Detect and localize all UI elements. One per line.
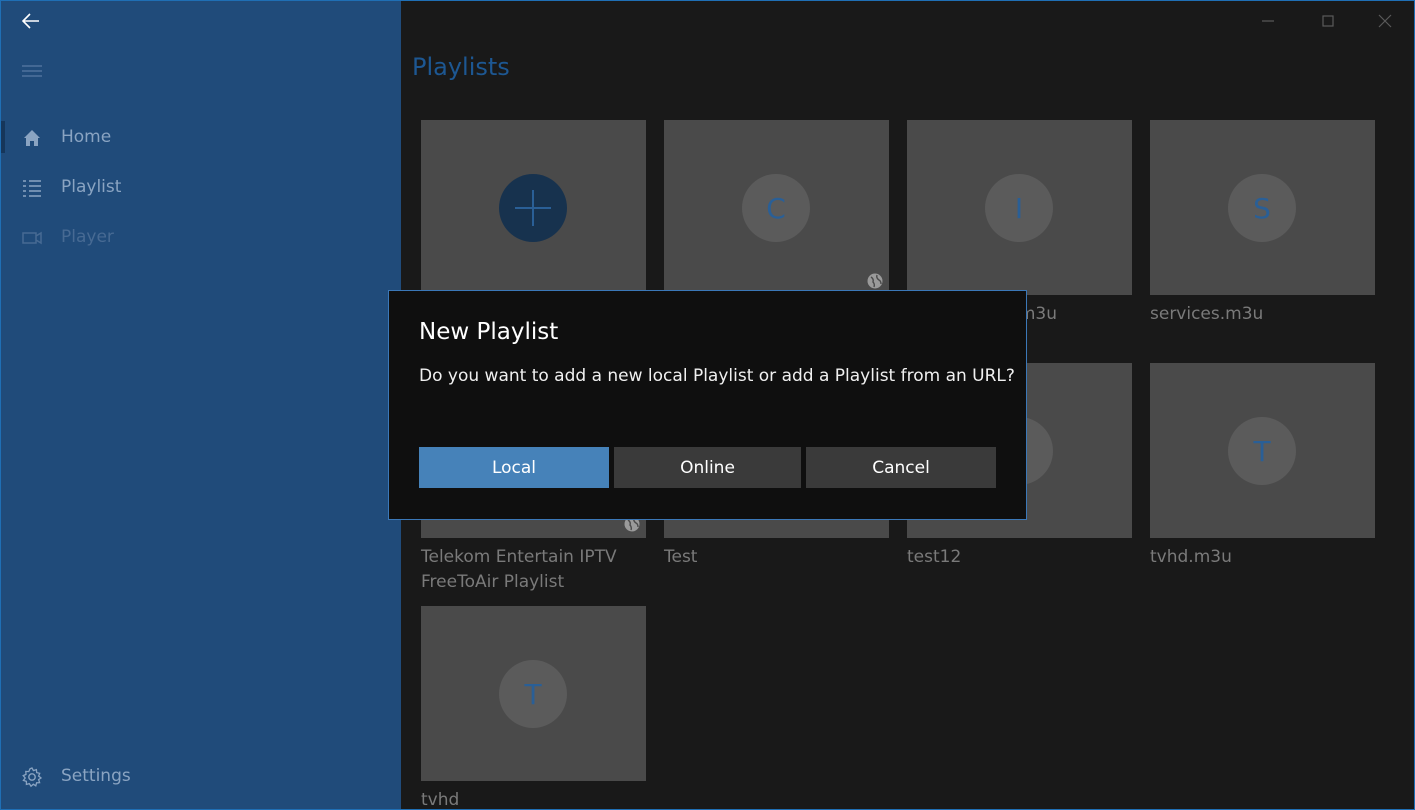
playlist-label: Test	[664, 547, 698, 567]
playlist-initial: T	[499, 660, 567, 728]
nav-item-home[interactable]: Home	[1, 113, 401, 161]
add-circle	[499, 174, 567, 242]
close-button[interactable]	[1373, 9, 1397, 33]
hamburger-icon	[22, 65, 42, 77]
plus-icon	[515, 190, 551, 226]
playlist-label: tvhd	[421, 790, 460, 810]
playlist-tile[interactable]: T	[1150, 363, 1375, 538]
video-camera-icon	[22, 231, 42, 245]
playlist-initial: I	[985, 174, 1053, 242]
globe-icon	[867, 273, 883, 289]
maximize-icon	[1322, 15, 1334, 27]
nav-item-player[interactable]: Player	[1, 213, 401, 261]
new-playlist-dialog: New Playlist Do you want to add a new lo…	[388, 290, 1027, 520]
playlist-label: services.m3u	[1150, 304, 1264, 324]
dialog-title: New Playlist	[419, 319, 559, 345]
nav-label-player: Player	[61, 227, 114, 247]
minimize-button[interactable]	[1256, 9, 1280, 33]
back-arrow-icon	[21, 13, 39, 29]
playlist-label: tvhd.m3u	[1150, 547, 1232, 567]
playlist-initial: T	[1228, 417, 1296, 485]
nav-item-playlist[interactable]: Playlist	[1, 163, 401, 211]
selection-indicator	[1, 121, 5, 153]
close-icon	[1378, 14, 1392, 28]
dialog-message: Do you want to add a new local Playlist …	[419, 366, 1015, 386]
home-icon	[24, 130, 40, 146]
nav-label-settings: Settings	[61, 766, 131, 786]
nav-label-home: Home	[61, 127, 112, 147]
nav-label-playlist: Playlist	[61, 177, 122, 197]
playlist-tile[interactable]: C	[664, 120, 889, 295]
playlist-label: Telekom Entertain IPTV FreeToAir Playlis…	[421, 547, 617, 592]
page-title: Playlists	[412, 53, 510, 81]
cancel-button[interactable]: Cancel	[806, 447, 996, 488]
maximize-button[interactable]	[1316, 9, 1340, 33]
playlist-tile[interactable]: S	[1150, 120, 1375, 295]
nav-item-settings[interactable]: Settings	[1, 752, 401, 800]
local-button[interactable]: Local	[419, 447, 609, 488]
playlist-initial: C	[742, 174, 810, 242]
minimize-icon	[1262, 20, 1274, 22]
playlist-initial: S	[1228, 174, 1296, 242]
playlist-tile[interactable]: T	[421, 606, 646, 781]
add-playlist-tile[interactable]	[421, 120, 646, 295]
playlist-tile[interactable]: I	[907, 120, 1132, 295]
playlist-label: test12	[907, 547, 962, 567]
back-button[interactable]	[19, 9, 43, 33]
hamburger-menu-button[interactable]	[21, 63, 43, 79]
online-button[interactable]: Online	[614, 447, 801, 488]
list-icon	[23, 180, 41, 197]
navigation-pane: Home Playlist Player Settings	[1, 1, 401, 809]
gear-icon	[22, 767, 43, 788]
